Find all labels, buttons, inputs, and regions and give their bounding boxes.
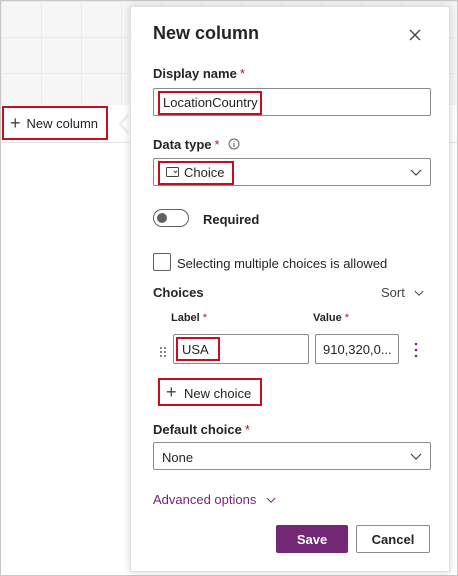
choice-value-value: 910,320,0... [323,342,392,357]
display-name-value: LocationCountry [163,95,258,110]
new-choice-button[interactable]: + New choice [158,378,262,406]
required-asterisk: * [202,312,208,324]
data-type-select[interactable]: Choice [153,158,431,186]
chevron-down-icon [410,169,422,176]
display-name-input[interactable]: LocationCountry [153,88,431,116]
choice-type-icon [166,167,179,177]
cancel-button[interactable]: Cancel [356,525,430,553]
chevron-down-icon [414,290,424,296]
required-asterisk: * [239,66,245,81]
choice-label-input[interactable]: USA [173,334,309,364]
new-column-button[interactable]: + New column [2,106,108,140]
default-choice-select[interactable]: None [153,442,431,470]
close-icon[interactable] [407,27,423,43]
plus-icon: + [166,382,177,402]
save-button[interactable]: Save [276,525,348,553]
info-icon[interactable] [228,138,240,150]
new-column-panel: New column Display name * LocationCountry… [130,6,450,572]
required-label: Required [203,212,260,227]
advanced-options-link[interactable]: Advanced options [153,492,276,507]
default-choice-label: Default choice * [153,422,250,437]
display-name-label: Display name * [153,66,245,81]
new-column-label: New column [26,115,99,131]
choice-value-input[interactable]: 910,320,0... [315,334,399,364]
data-type-label: Data type * [153,137,220,152]
new-choice-label: New choice [184,386,252,401]
choice-label-value: USA [182,342,209,357]
choices-heading: Choices [153,285,204,300]
multiple-choices-label: Selecting multiple choices is allowed [177,256,388,271]
default-choice-value: None [162,450,194,465]
sort-button[interactable]: Sort [381,285,424,300]
more-options-icon[interactable] [413,341,419,359]
toggle-knob [157,213,167,223]
plus-icon: + [10,113,21,133]
required-toggle[interactable] [153,209,189,227]
drag-handle-icon[interactable] [159,346,167,358]
panel-title: New column [153,23,260,43]
required-asterisk: * [344,312,350,324]
multiple-choices-checkbox[interactable] [153,253,171,271]
choice-label-header: Label * [171,312,208,324]
choice-value-header: Value * [313,312,350,324]
chevron-down-icon [410,453,422,460]
chevron-down-icon [266,497,276,503]
data-type-value: Choice [184,165,225,180]
required-asterisk: * [214,137,220,152]
required-asterisk: * [244,422,250,437]
